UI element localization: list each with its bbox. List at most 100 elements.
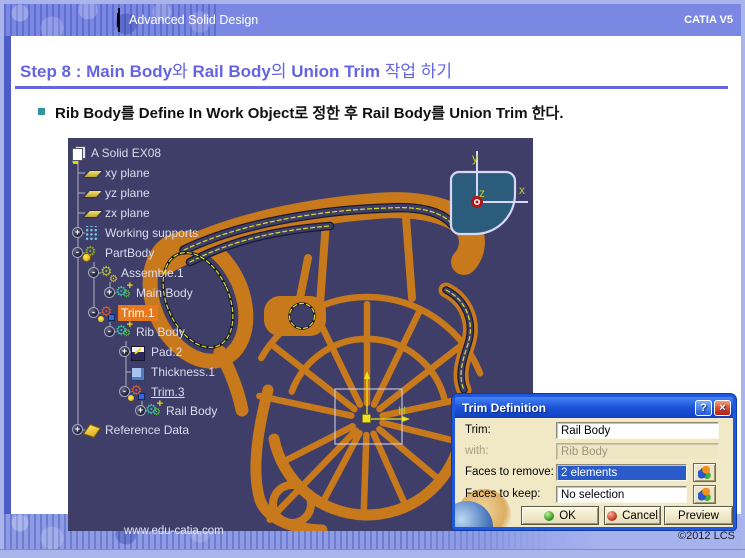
trim-definition-dialog: Trim Definition ? × Trim: Rail Body with… [452, 394, 736, 530]
preview-button[interactable]: Preview [664, 506, 733, 525]
cancel-button-label: Cancel [622, 510, 658, 522]
title-underline [15, 86, 728, 89]
plane-icon [84, 186, 99, 201]
tree-item-rail-body[interactable]: ⚙ Rail Body [145, 402, 220, 420]
slide: Advanced Solid Design CATIA V5 Step 8 : … [0, 0, 745, 558]
tree-item-yz-plane[interactable]: yz plane [84, 184, 153, 202]
tree-item-label[interactable]: A Solid EX08 [88, 145, 164, 161]
tree-item-label[interactable]: Pad.2 [148, 344, 185, 360]
trim-field-row: Trim: Rail Body [455, 422, 733, 440]
ok-green-dot-icon [544, 511, 554, 521]
tree-expander[interactable] [88, 307, 99, 318]
tree-item-label[interactable]: zx plane [102, 205, 153, 221]
plane-icon [84, 206, 99, 221]
faces-to-keep-picker-button[interactable] [693, 485, 716, 504]
tree-expander[interactable] [104, 326, 115, 337]
tree-item-rib-body[interactable]: ⚙ Rib Body [115, 323, 188, 341]
tree-expander[interactable] [119, 346, 130, 357]
view-compass[interactable]: y x z [451, 151, 528, 234]
title-seg: 작업 하기 [380, 62, 452, 81]
body-gears-icon: ⚙ [145, 404, 160, 419]
thickness-icon [130, 365, 145, 380]
tree-item-label-selected[interactable]: Trim.1 [118, 305, 158, 321]
with-field-label: with: [465, 445, 489, 457]
tree-item-label[interactable]: PartBody [102, 245, 157, 261]
partbody-gear-icon: ⚙ [84, 246, 99, 261]
tree-item-working-supports[interactable]: Working supports [84, 224, 201, 242]
tree-expander[interactable] [119, 386, 130, 397]
assemble-icon: ⚙ [100, 266, 115, 281]
header-brand: CATIA V5 [684, 4, 733, 36]
footer-copyright: ©2012 LCS [678, 530, 735, 542]
with-field-row: with: Rib Body [455, 443, 733, 461]
with-field-input: Rib Body [556, 443, 719, 460]
bullet-text: Rib Body를 Define In Work Object로 정한 후 Ra… [55, 102, 564, 123]
tree-item-zx-plane[interactable]: zx plane [84, 204, 153, 222]
left-accent-bar [4, 36, 11, 514]
compass-y-label: y [472, 151, 478, 165]
tree-item-label[interactable]: Trim.3 [148, 384, 188, 400]
dialog-body: Trim: Rail Body with: Rib Body Faces to … [455, 418, 733, 527]
cancel-red-dot-icon [607, 511, 617, 521]
header-app-title: Advanced Solid Design [129, 4, 258, 36]
plane-icon [84, 166, 99, 181]
help-button[interactable]: ? [695, 400, 712, 416]
faces-to-remove-label: Faces to remove: [465, 466, 554, 478]
faces-to-remove-row: Faces to remove: 2 elements [455, 464, 733, 482]
faces-to-keep-input[interactable]: No selection [556, 486, 687, 503]
tree-item-main-body[interactable]: ⚙ Main Body [115, 284, 196, 302]
working-supports-grid-icon [84, 226, 99, 241]
tree-expander[interactable] [88, 267, 99, 278]
cancel-button[interactable]: Cancel [604, 506, 661, 525]
tree-item-label[interactable]: Rib Body [133, 324, 188, 340]
page-title: Step 8 : Main Body와 Rail Body의 Union Tri… [20, 57, 452, 82]
trim-field-input[interactable]: Rail Body [556, 422, 719, 439]
header-bar: Advanced Solid Design CATIA V5 [4, 4, 741, 36]
tree-item-reference-data[interactable]: Reference Data [84, 421, 192, 439]
tree-item-xy-plane[interactable]: xy plane [84, 164, 153, 182]
tree-item-label[interactable]: Reference Data [102, 422, 192, 438]
tree-item-label[interactable]: yz plane [102, 185, 153, 201]
tree-item-thickness-1[interactable]: Thickness.1 [130, 363, 218, 381]
tree-expander[interactable] [104, 287, 115, 298]
preview-button-label: Preview [678, 510, 719, 522]
tree-item-label[interactable]: Thickness.1 [148, 364, 218, 380]
multi-select-icon [698, 466, 711, 479]
dialog-title: Trim Definition [462, 401, 546, 415]
bullet-item: Rib Body를 Define In Work Object로 정한 후 Ra… [38, 102, 564, 123]
title-seg: 의 [271, 62, 287, 81]
tree-expander[interactable] [135, 405, 146, 416]
faces-to-remove-picker-button[interactable] [693, 463, 716, 482]
close-icon[interactable]: × [714, 400, 731, 416]
dialog-titlebar[interactable]: Trim Definition ? × [455, 397, 733, 418]
footer-website-link[interactable]: www.edu-catia.com [124, 525, 224, 537]
multi-select-icon [698, 488, 711, 501]
trim-field-label: Trim: [465, 424, 491, 436]
slide-bottom-border [0, 549, 745, 558]
tree-item-label[interactable]: Main Body [133, 285, 196, 301]
tree-expander[interactable] [72, 227, 83, 238]
trim-icon: ⚙ [100, 306, 115, 321]
tree-item-root[interactable]: A Solid EX08 [70, 144, 164, 162]
title-seg: Rail Body [188, 62, 271, 81]
part-document-icon [70, 146, 85, 161]
tree-item-label[interactable]: xy plane [102, 165, 153, 181]
faces-to-keep-label: Faces to keep: [465, 488, 540, 500]
faces-to-keep-row: Faces to keep: No selection [455, 486, 733, 504]
body-gears-icon: ⚙ [115, 286, 130, 301]
tree-item-assemble-1[interactable]: ⚙ Assemble.1 [100, 264, 187, 282]
tree-item-pad-2[interactable]: Pad.2 [130, 343, 185, 361]
faces-to-remove-input[interactable]: 2 elements [556, 464, 687, 481]
h-axis-label: H [398, 405, 406, 417]
ok-button[interactable]: OK [521, 506, 599, 525]
tree-expander[interactable] [72, 424, 83, 435]
footer-separator [117, 13, 119, 27]
tree-item-partbody[interactable]: ⚙ PartBody [84, 244, 157, 262]
body-gears-icon: ⚙ [115, 325, 130, 340]
tree-expander[interactable] [72, 247, 83, 258]
tree-item-label[interactable]: Working supports [102, 225, 201, 241]
title-seg: Step 8 : Main Body [20, 62, 172, 81]
trim-icon: ⚙ [130, 385, 145, 400]
compass-x-label: x [519, 183, 525, 197]
tree-item-label[interactable]: Rail Body [163, 403, 220, 419]
